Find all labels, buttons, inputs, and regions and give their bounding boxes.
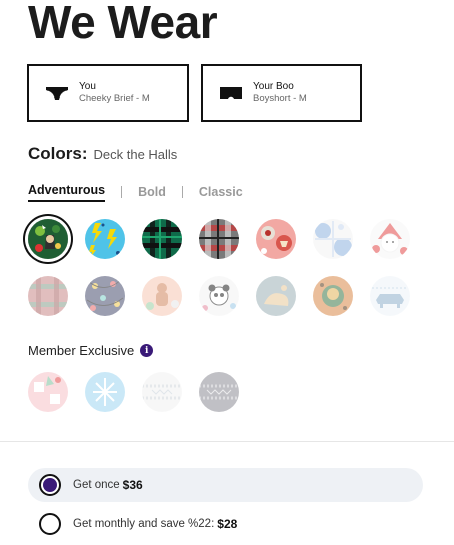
tab-adventurous[interactable]: Adventurous	[28, 183, 106, 202]
swatch-navy-lights[interactable]	[85, 276, 125, 316]
swatch-row	[28, 219, 427, 259]
info-icon[interactable]: i	[140, 344, 154, 357]
wearer-name: You	[79, 81, 96, 93]
swatch-deck-the-halls[interactable]	[28, 219, 68, 259]
section-divider	[0, 441, 454, 442]
colors-label: Colors:	[28, 144, 88, 163]
wearer-style: Cheeky Brief - M	[79, 93, 150, 105]
swatch-pink-candy[interactable]	[28, 372, 68, 412]
swatch-red-plaid[interactable]	[28, 276, 68, 316]
option-label: Get monthly and save %22:	[73, 518, 215, 530]
radio-button-selected[interactable]	[39, 474, 61, 496]
swatch-blue-snowflake[interactable]	[313, 219, 353, 259]
option-label: Get once	[73, 479, 120, 491]
swatch-row	[28, 276, 427, 316]
tab-classic[interactable]: Classic	[199, 185, 243, 199]
colors-heading: Colors: Deck the Halls	[28, 144, 177, 164]
swatch-polar-bear[interactable]	[370, 276, 410, 316]
purchase-option-monthly[interactable]: Get monthly and save %22: $28	[28, 507, 423, 541]
wearer-card-your-boo[interactable]: Your Boo Boyshort - M	[201, 64, 362, 122]
wearer-style: Boyshort - M	[253, 93, 307, 105]
member-swatch-row	[28, 372, 256, 412]
swatch-pink-print[interactable]	[256, 219, 296, 259]
radio-button[interactable]	[39, 513, 61, 535]
member-exclusive-label: Member Exclusive	[28, 343, 135, 358]
selected-color-name: Deck the Halls	[93, 147, 178, 162]
brief-icon	[46, 87, 68, 100]
swatch-green-plaid[interactable]	[142, 219, 182, 259]
tab-divider	[121, 186, 123, 198]
swatch-blue-snow[interactable]	[85, 372, 125, 412]
swatch-peach-gingerbread[interactable]	[142, 276, 182, 316]
tab-divider	[181, 186, 183, 198]
tab-bold[interactable]: Bold	[138, 185, 166, 199]
swatch-panda[interactable]	[199, 276, 239, 316]
member-exclusive-heading: Member Exclusive i	[28, 343, 154, 358]
swatch-gray-plaid[interactable]	[199, 219, 239, 259]
purchase-option-once[interactable]: Get once $36	[28, 468, 423, 502]
wearer-card-you[interactable]: You Cheeky Brief - M	[27, 64, 189, 122]
swatch-gray-knit[interactable]	[199, 372, 239, 412]
color-category-tabs: Adventurous Bold Classic	[28, 183, 243, 202]
option-price: $36	[122, 478, 143, 492]
wearer-name: Your Boo	[253, 81, 294, 93]
swatch-santa[interactable]	[370, 219, 410, 259]
option-price: $28	[217, 517, 238, 531]
radio-dot	[43, 478, 57, 492]
swatch-cheetah-gold[interactable]	[313, 276, 353, 316]
swatch-lightning-bolts[interactable]	[85, 219, 125, 259]
boyshort-icon	[220, 87, 242, 99]
swatch-slate-fox[interactable]	[256, 276, 296, 316]
swatch-white-knit[interactable]	[142, 372, 182, 412]
page-title: We Wear	[28, 0, 218, 48]
